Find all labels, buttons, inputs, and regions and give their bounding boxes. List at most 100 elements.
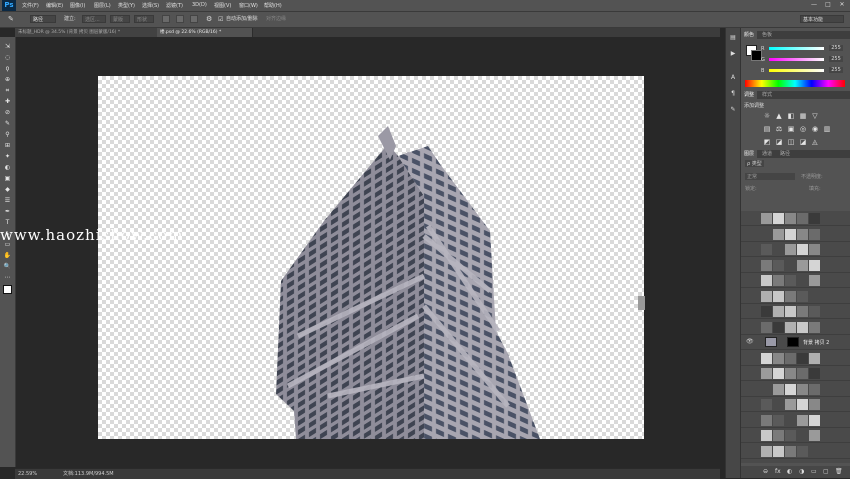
brush-icon[interactable]: ✎ — [729, 106, 737, 114]
document-tab-hdr[interactable]: 未标题_HDR @ 34.5% (背景 拷贝 图层蒙版/16) * — [15, 28, 160, 37]
tab-channels[interactable]: 通道 — [759, 150, 775, 158]
character-icon[interactable]: A — [729, 74, 737, 82]
slider-value[interactable]: 255 — [829, 56, 843, 62]
tool-icon-8[interactable]: ⚲ — [3, 131, 12, 139]
path-operations-icon[interactable] — [162, 15, 170, 23]
menu-select[interactable]: 选择(S) — [142, 2, 159, 9]
close-button[interactable]: ✕ — [836, 1, 848, 9]
adjustment-icon[interactable]: ▤ — [763, 125, 771, 133]
menu-image[interactable]: 图像(I) — [70, 2, 85, 9]
tool-icon-12[interactable]: ▣ — [3, 175, 12, 183]
actions-icon[interactable]: ▶ — [729, 50, 737, 58]
tool-icon-9[interactable]: ⊞ — [3, 142, 12, 150]
menu-file[interactable]: 文件(F) — [22, 2, 39, 9]
layers-footer-icon[interactable]: ◐ — [787, 468, 792, 475]
shape-button[interactable]: 形状 — [134, 15, 154, 23]
path-arrangement-icon[interactable] — [190, 15, 198, 23]
maximize-button[interactable]: □ — [822, 1, 834, 9]
layer-row[interactable]: 👁 背景 拷贝 2 — [741, 335, 850, 350]
layer-row[interactable] — [741, 351, 850, 366]
layer-row[interactable] — [741, 211, 850, 226]
adjustment-icon[interactable]: ⚖ — [775, 125, 783, 133]
zoom-level[interactable]: 22.59% — [18, 470, 37, 478]
slider-track[interactable] — [769, 58, 824, 61]
layers-footer-icon[interactable]: ▢ — [823, 468, 829, 475]
color-slider-r[interactable]: R 255 — [761, 45, 847, 52]
layers-footer-icon[interactable]: 🗑 — [835, 468, 843, 475]
adjustment-icon[interactable]: ▦ — [799, 112, 807, 120]
tool-icon-6[interactable]: ⊘ — [3, 109, 12, 117]
tool-icon-13[interactable]: ◆ — [3, 186, 12, 194]
layer-name[interactable]: 背景 拷贝 2 — [803, 339, 829, 346]
layer-row[interactable] — [741, 289, 850, 304]
layer-row[interactable] — [741, 366, 850, 381]
adjustment-icon[interactable]: ▣ — [787, 125, 795, 133]
adjustment-icon[interactable]: ◪ — [799, 138, 807, 146]
adjustment-icon[interactable]: ◧ — [787, 112, 795, 120]
layer-row[interactable] — [741, 227, 850, 242]
adjustment-icon[interactable]: ◎ — [799, 125, 807, 133]
workspace-select[interactable]: 基本功能 — [800, 15, 844, 23]
paragraph-icon[interactable]: ¶ — [729, 90, 737, 98]
pen-tool-preset-icon[interactable]: ✎ — [8, 15, 14, 24]
slider-value[interactable]: 255 — [829, 45, 843, 51]
layer-row[interactable] — [741, 273, 850, 288]
tab-swatches[interactable]: 色板 — [759, 31, 775, 39]
layer-row[interactable] — [741, 320, 850, 335]
auto-add-delete-checkbox-icon[interactable]: ☑ — [218, 15, 223, 24]
layers-footer-icon[interactable]: ◑ — [799, 468, 804, 475]
slider-track[interactable] — [769, 69, 824, 72]
minimize-button[interactable]: — — [808, 1, 820, 9]
tool-icon-10[interactable]: ✦ — [3, 153, 12, 161]
mode-select[interactable]: 路径 — [30, 15, 56, 23]
toolbar-foreground-swatch[interactable] — [3, 285, 12, 294]
adjustment-icon[interactable]: ☼ — [763, 112, 771, 120]
layer-row[interactable] — [741, 444, 850, 459]
menu-type[interactable]: 类型(Y) — [118, 2, 135, 9]
layer-row[interactable] — [741, 413, 850, 428]
tab-paths[interactable]: 路径 — [777, 150, 793, 158]
blend-mode-select[interactable]: 正常 — [745, 173, 795, 180]
layer-row[interactable] — [741, 258, 850, 273]
layer-row[interactable] — [741, 397, 850, 412]
menu-layer[interactable]: 图层(L) — [94, 2, 111, 9]
menu-view[interactable]: 视图(V) — [214, 2, 231, 9]
layer-row[interactable] — [741, 382, 850, 397]
adjustment-icon[interactable]: ▲ — [775, 112, 783, 120]
tool-icon-20[interactable]: 🔍 — [3, 263, 12, 271]
tool-icon-3[interactable]: ⊕ — [3, 76, 12, 84]
menu-help[interactable]: 帮助(H) — [264, 2, 282, 9]
tab-adjustments[interactable]: 调整 — [741, 91, 758, 99]
tool-icon-7[interactable]: ✎ — [3, 120, 12, 128]
menu-window[interactable]: 窗口(W) — [239, 2, 258, 9]
menu-filter[interactable]: 滤镜(T) — [166, 2, 183, 9]
menu-3d[interactable]: 3D(D) — [192, 2, 207, 8]
gear-icon[interactable]: ⚙ — [206, 15, 212, 24]
tab-layers[interactable]: 图层 — [741, 150, 758, 158]
menu-edit[interactable]: 编辑(E) — [46, 2, 63, 9]
slider-value[interactable]: 255 — [829, 67, 843, 73]
tool-icon-1[interactable]: ◌ — [3, 54, 12, 62]
selection-button[interactable]: 选区... — [82, 15, 106, 23]
history-icon[interactable]: ▤ — [729, 34, 737, 42]
tab-styles[interactable]: 样式 — [759, 91, 775, 99]
adjustment-icon[interactable]: ◫ — [787, 138, 795, 146]
tool-icon-0[interactable]: ⇲ — [3, 43, 12, 51]
tool-icon-14[interactable]: ☰ — [3, 197, 12, 205]
color-spectrum-bar[interactable] — [745, 80, 845, 87]
tool-icon-5[interactable]: ✚ — [3, 98, 12, 106]
layers-footer-icon[interactable]: ⊖ — [763, 468, 768, 475]
layer-row[interactable] — [741, 428, 850, 443]
canvas-scrollbar-thumb[interactable] — [638, 296, 645, 310]
document-tab-building[interactable]: 楼.psd @ 22.6% (RGB/16) * — [157, 28, 253, 37]
tab-color[interactable]: 颜色 — [741, 31, 758, 39]
adjustment-icon[interactable]: ◬ — [811, 138, 819, 146]
layers-footer-icon[interactable]: fx — [775, 468, 781, 475]
document-canvas[interactable] — [98, 76, 644, 439]
slider-track[interactable] — [769, 47, 824, 50]
tool-icon-21[interactable]: ⋯ — [3, 274, 12, 282]
tool-icon-19[interactable]: ✋ — [3, 252, 12, 260]
layer-filter-select[interactable]: ρ 类型 — [745, 160, 764, 167]
adjustment-icon[interactable]: ◩ — [763, 138, 771, 146]
adjustment-icon[interactable]: ◉ — [811, 125, 819, 133]
